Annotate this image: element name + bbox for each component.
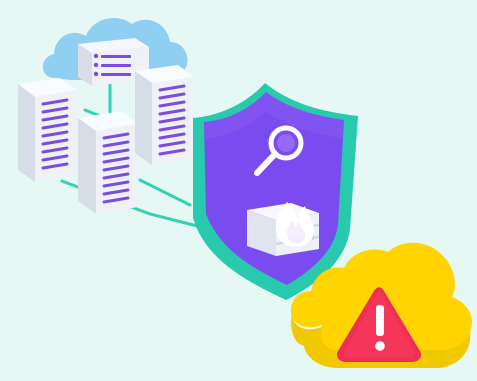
server-tower-icon [135, 65, 194, 165]
illustration-scene [0, 0, 477, 381]
server-tower-icon [18, 78, 77, 182]
shield-icon [193, 83, 358, 300]
server-tower-icon [78, 111, 138, 214]
scene-svg [18, 17, 472, 368]
